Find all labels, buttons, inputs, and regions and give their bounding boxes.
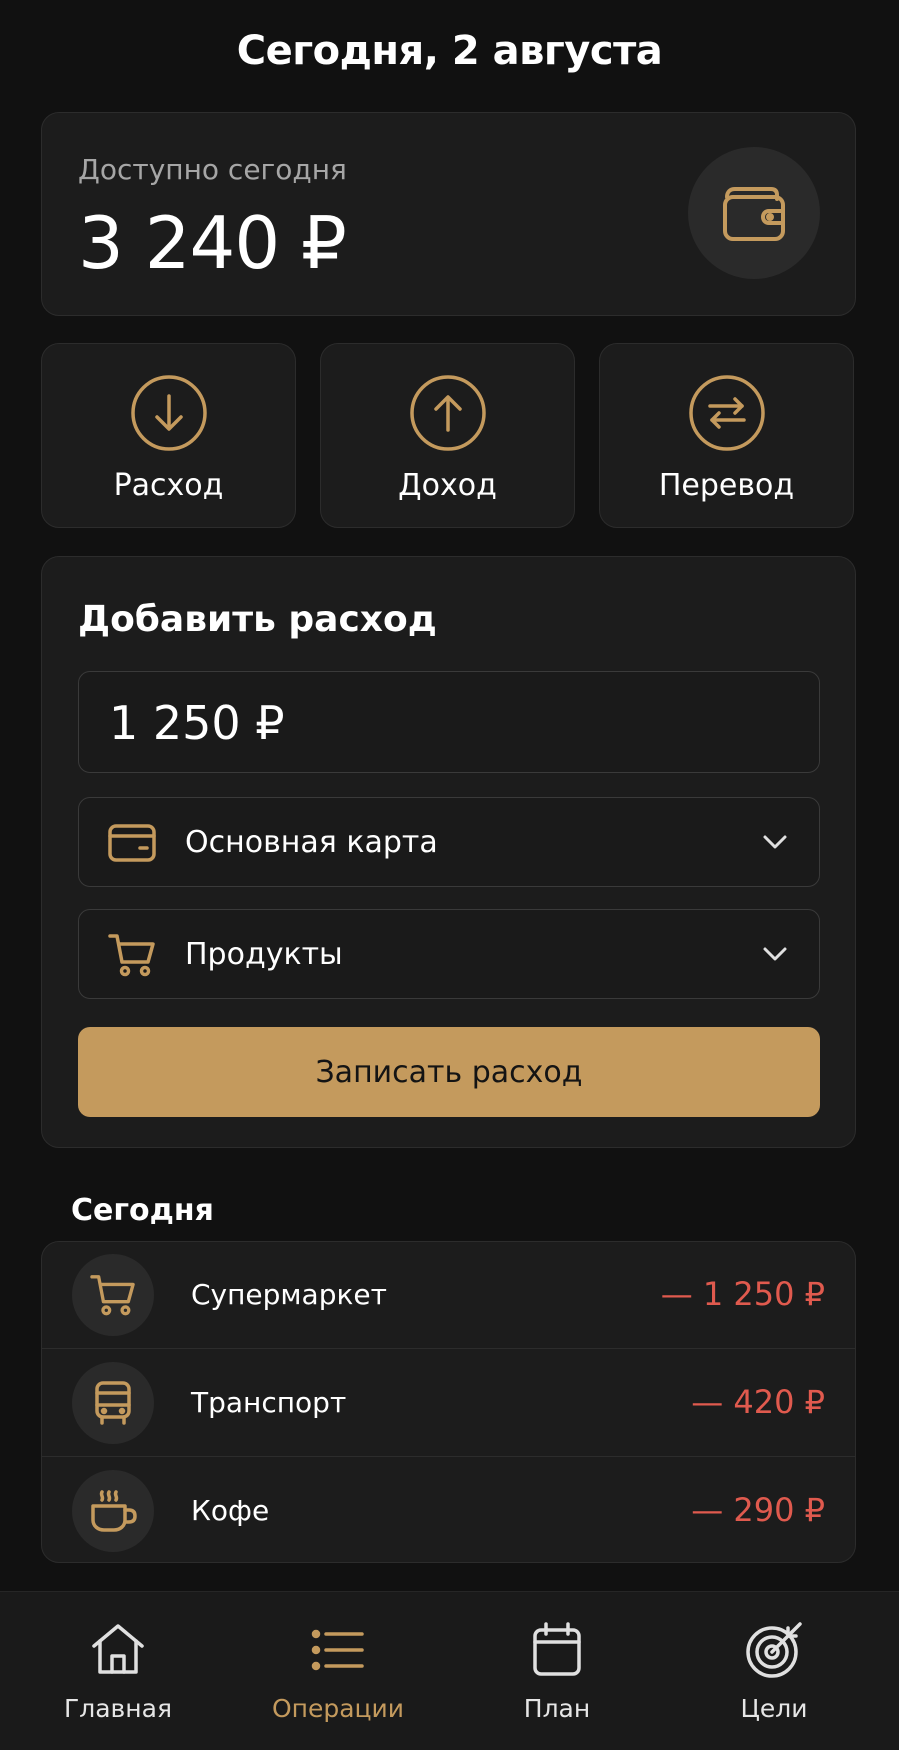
list-item[interactable]: Транспорт — 420 ₽ bbox=[42, 1350, 855, 1457]
submit-expense-button[interactable]: Записать расход bbox=[78, 1027, 820, 1117]
nav-item-label: План bbox=[523, 1694, 591, 1723]
expense-button-label: Расход bbox=[113, 468, 224, 503]
nav-item-operations[interactable]: Операции bbox=[228, 1592, 448, 1750]
transaction-name: Кофе bbox=[191, 1494, 270, 1527]
add-expense-card: Добавить расход 1 250 ₽ Основная карта П… bbox=[41, 556, 856, 1148]
list-item[interactable]: Кофе — 290 ₽ bbox=[42, 1458, 855, 1562]
nav-item-label: Операции bbox=[271, 1694, 405, 1723]
calendar-icon bbox=[533, 1622, 581, 1676]
cart-icon bbox=[72, 1254, 154, 1336]
transfer-button-label: Перевод bbox=[658, 468, 795, 503]
transaction-name: Транспорт bbox=[191, 1386, 347, 1419]
transaction-amount: — 1 250 ₽ bbox=[660, 1275, 825, 1313]
nav-item-goals[interactable]: Цели bbox=[664, 1592, 884, 1750]
balance-card: Доступно сегодня 3 240 ₽ bbox=[41, 112, 856, 316]
bus-icon bbox=[72, 1362, 154, 1444]
account-select-value: Основная карта bbox=[185, 824, 438, 860]
income-button-label: Доход bbox=[398, 468, 497, 503]
balance-value: 3 240 ₽ bbox=[78, 201, 347, 285]
today-section-title: Сегодня bbox=[71, 1193, 214, 1228]
nav-item-plan[interactable]: План bbox=[447, 1592, 667, 1750]
page-title: Сегодня, 2 августа bbox=[236, 28, 663, 74]
list-item[interactable]: Супермаркет — 1 250 ₽ bbox=[42, 1242, 855, 1349]
target-icon bbox=[746, 1622, 802, 1678]
today-transactions-list: Супермаркет — 1 250 ₽ Транспорт — 420 ₽ bbox=[41, 1241, 856, 1563]
amount-input[interactable]: 1 250 ₽ bbox=[78, 671, 820, 773]
add-expense-title: Добавить расход bbox=[78, 599, 437, 640]
expense-button[interactable]: Расход bbox=[41, 343, 296, 528]
app-screen: Сегодня, 2 августа Доступно сегодня 3 24… bbox=[0, 0, 899, 1750]
chevron-down-icon bbox=[763, 835, 787, 849]
income-button[interactable]: Доход bbox=[320, 343, 575, 528]
nav-item-label: Цели bbox=[740, 1694, 808, 1723]
list-icon bbox=[311, 1629, 364, 1671]
category-select[interactable]: Продукты bbox=[78, 909, 820, 999]
wallet-icon bbox=[688, 147, 820, 279]
transaction-name: Супермаркет bbox=[191, 1278, 387, 1311]
nav-item-label: Главная bbox=[64, 1694, 172, 1723]
transaction-amount: — 420 ₽ bbox=[691, 1383, 825, 1421]
chevron-down-icon bbox=[763, 947, 787, 961]
card-icon bbox=[108, 824, 156, 862]
account-select[interactable]: Основная карта bbox=[78, 797, 820, 887]
balance-label: Доступно сегодня bbox=[78, 153, 347, 186]
category-select-value: Продукты bbox=[185, 936, 343, 972]
arrow-up-circle-icon bbox=[409, 375, 486, 451]
amount-value: 1 250 ₽ bbox=[109, 696, 285, 750]
arrow-down-circle-icon bbox=[130, 375, 207, 451]
transfer-button[interactable]: Перевод bbox=[599, 343, 854, 528]
bottom-nav: Главная Операции План Цели bbox=[0, 1591, 899, 1750]
transaction-amount: — 290 ₽ bbox=[691, 1491, 825, 1529]
home-icon bbox=[92, 1624, 144, 1674]
cart-icon bbox=[108, 934, 155, 977]
coffee-icon bbox=[72, 1470, 154, 1552]
transfer-icon bbox=[688, 375, 765, 451]
nav-item-home[interactable]: Главная bbox=[8, 1592, 228, 1750]
